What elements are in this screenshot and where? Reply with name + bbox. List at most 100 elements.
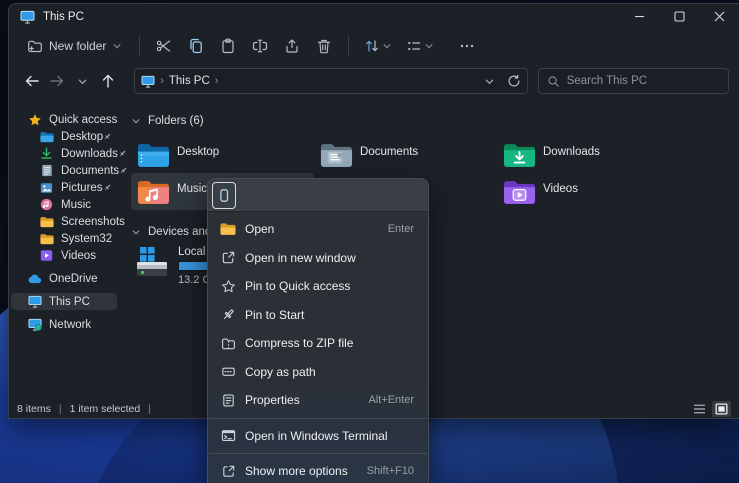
view-options-button[interactable] — [400, 34, 440, 58]
selected-count: 1 item selected — [70, 403, 141, 415]
sort-icon — [364, 38, 380, 54]
sidebar-item-network[interactable]: Network — [11, 316, 117, 333]
forward-button[interactable] — [44, 68, 69, 94]
document-icon — [39, 163, 54, 178]
star-icon — [27, 112, 42, 127]
menu-item-pin-to-start[interactable]: Pin to Start — [208, 301, 428, 330]
menu-item-copy-as-path[interactable]: Copy as path — [208, 358, 428, 387]
show-more-icon — [220, 463, 236, 479]
folder-icon — [39, 231, 54, 246]
back-button[interactable] — [19, 68, 44, 94]
navigation-pane: Quick access Desktop Downloads Documents… — [9, 99, 119, 399]
paste-button[interactable] — [213, 33, 243, 59]
delete-button[interactable] — [309, 33, 339, 59]
sidebar-item-documents[interactable]: Documents — [11, 162, 117, 179]
onedrive-cloud-icon — [27, 271, 42, 286]
video-square-icon — [39, 248, 54, 263]
breadcrumb-separator: › — [160, 75, 164, 87]
tile-downloads[interactable]: Downloads — [497, 136, 680, 173]
folders-section-header[interactable]: Folders (6) — [131, 113, 739, 129]
menu-item-pin-quick-access[interactable]: Pin to Quick access — [208, 272, 428, 301]
pin-icon — [103, 183, 112, 192]
menu-item-open-new-window[interactable]: Open in new window — [208, 244, 428, 273]
sort-button[interactable] — [358, 34, 398, 58]
menu-item-compress-zip[interactable]: Compress to ZIP file — [208, 329, 428, 358]
details-view-button[interactable] — [690, 401, 709, 417]
menu-item-open[interactable]: Open Enter — [208, 215, 428, 244]
toolbar-divider — [348, 36, 349, 56]
menu-item-open-windows-terminal[interactable]: Open in Windows Terminal — [208, 422, 428, 451]
this-pc-icon — [141, 75, 155, 88]
up-button[interactable] — [95, 68, 120, 94]
sidebar-item-music[interactable]: Music — [11, 196, 117, 213]
music-disc-icon — [39, 197, 54, 212]
rename-button[interactable] — [245, 33, 275, 59]
pin-quick-access-icon — [220, 278, 236, 294]
items-count: 8 items — [17, 403, 51, 415]
folder-open-icon — [220, 221, 236, 237]
this-pc-icon — [20, 10, 35, 24]
sidebar-item-quick-access[interactable]: Quick access — [11, 111, 117, 128]
address-dropdown-chevron[interactable] — [484, 76, 495, 87]
downloads-arrow-icon — [39, 146, 54, 161]
sidebar-item-desktop[interactable]: Desktop — [11, 128, 117, 145]
sidebar-item-pictures[interactable]: Pictures — [11, 179, 117, 196]
context-menu-list: Open Enter Open in new window Pin to Qui… — [208, 212, 428, 483]
tile-videos[interactable]: Videos — [497, 173, 680, 210]
pin-icon — [220, 307, 236, 323]
copy-quick-action-button[interactable] — [212, 182, 236, 209]
pin-icon — [103, 132, 112, 141]
search-box[interactable] — [538, 68, 729, 94]
picture-icon — [39, 180, 54, 195]
folder-music-icon — [137, 178, 170, 206]
folder-desktop-icon — [137, 141, 170, 169]
search-input[interactable] — [567, 75, 697, 87]
zip-folder-icon — [220, 335, 236, 351]
new-folder-button[interactable]: New folder — [19, 33, 130, 59]
copy-button[interactable] — [181, 33, 211, 59]
chevron-down-icon — [131, 227, 141, 237]
large-icons-view-button[interactable] — [712, 401, 731, 417]
address-bar[interactable]: › This PC › — [134, 68, 528, 94]
menu-separator — [209, 453, 427, 454]
sidebar-item-system32[interactable]: System32 — [11, 230, 117, 247]
menu-separator — [209, 418, 427, 419]
chevron-down-icon — [131, 116, 141, 126]
menu-item-show-more-options[interactable]: Show more options Shift+F10 — [208, 457, 428, 483]
sidebar-item-this-pc[interactable]: This PC — [11, 293, 117, 310]
recent-locations-button[interactable] — [70, 68, 95, 94]
share-button[interactable] — [277, 33, 307, 59]
local-disk-icon — [133, 246, 171, 280]
breadcrumb-separator: › — [215, 75, 219, 87]
maximize-button[interactable] — [659, 4, 699, 29]
desktop-folder-icon — [39, 129, 54, 144]
sidebar-item-videos[interactable]: Videos — [11, 247, 117, 264]
sidebar-item-downloads[interactable]: Downloads — [11, 145, 117, 162]
more-options-button[interactable] — [452, 33, 482, 59]
titlebar: This PC — [9, 4, 739, 29]
toolbar-divider — [139, 36, 140, 56]
folder-downloads-icon — [503, 141, 536, 169]
tile-documents[interactable]: Documents — [314, 136, 497, 173]
copy-path-icon — [220, 364, 236, 380]
tile-desktop[interactable]: Desktop — [131, 136, 314, 173]
view-options-icon — [406, 38, 422, 54]
network-icon — [27, 317, 42, 332]
this-pc-icon — [27, 294, 42, 309]
context-menu-quick-actions — [208, 179, 428, 212]
breadcrumb-location[interactable]: This PC — [169, 75, 210, 87]
refresh-icon[interactable] — [507, 74, 521, 88]
new-folder-icon — [27, 38, 43, 54]
sidebar-item-screenshots[interactable]: Screenshots — [11, 213, 117, 230]
command-bar: New folder — [9, 29, 739, 63]
sidebar-item-onedrive[interactable]: OneDrive — [11, 270, 117, 287]
cut-button[interactable] — [149, 33, 179, 59]
open-new-window-icon — [220, 250, 236, 266]
menu-item-properties[interactable]: Properties Alt+Enter — [208, 386, 428, 415]
context-menu: Open Enter Open in new window Pin to Qui… — [207, 178, 429, 483]
window-title: This PC — [43, 11, 84, 23]
minimize-button[interactable] — [619, 4, 659, 29]
close-button[interactable] — [699, 4, 739, 29]
terminal-icon — [220, 428, 236, 444]
search-icon — [547, 75, 560, 88]
